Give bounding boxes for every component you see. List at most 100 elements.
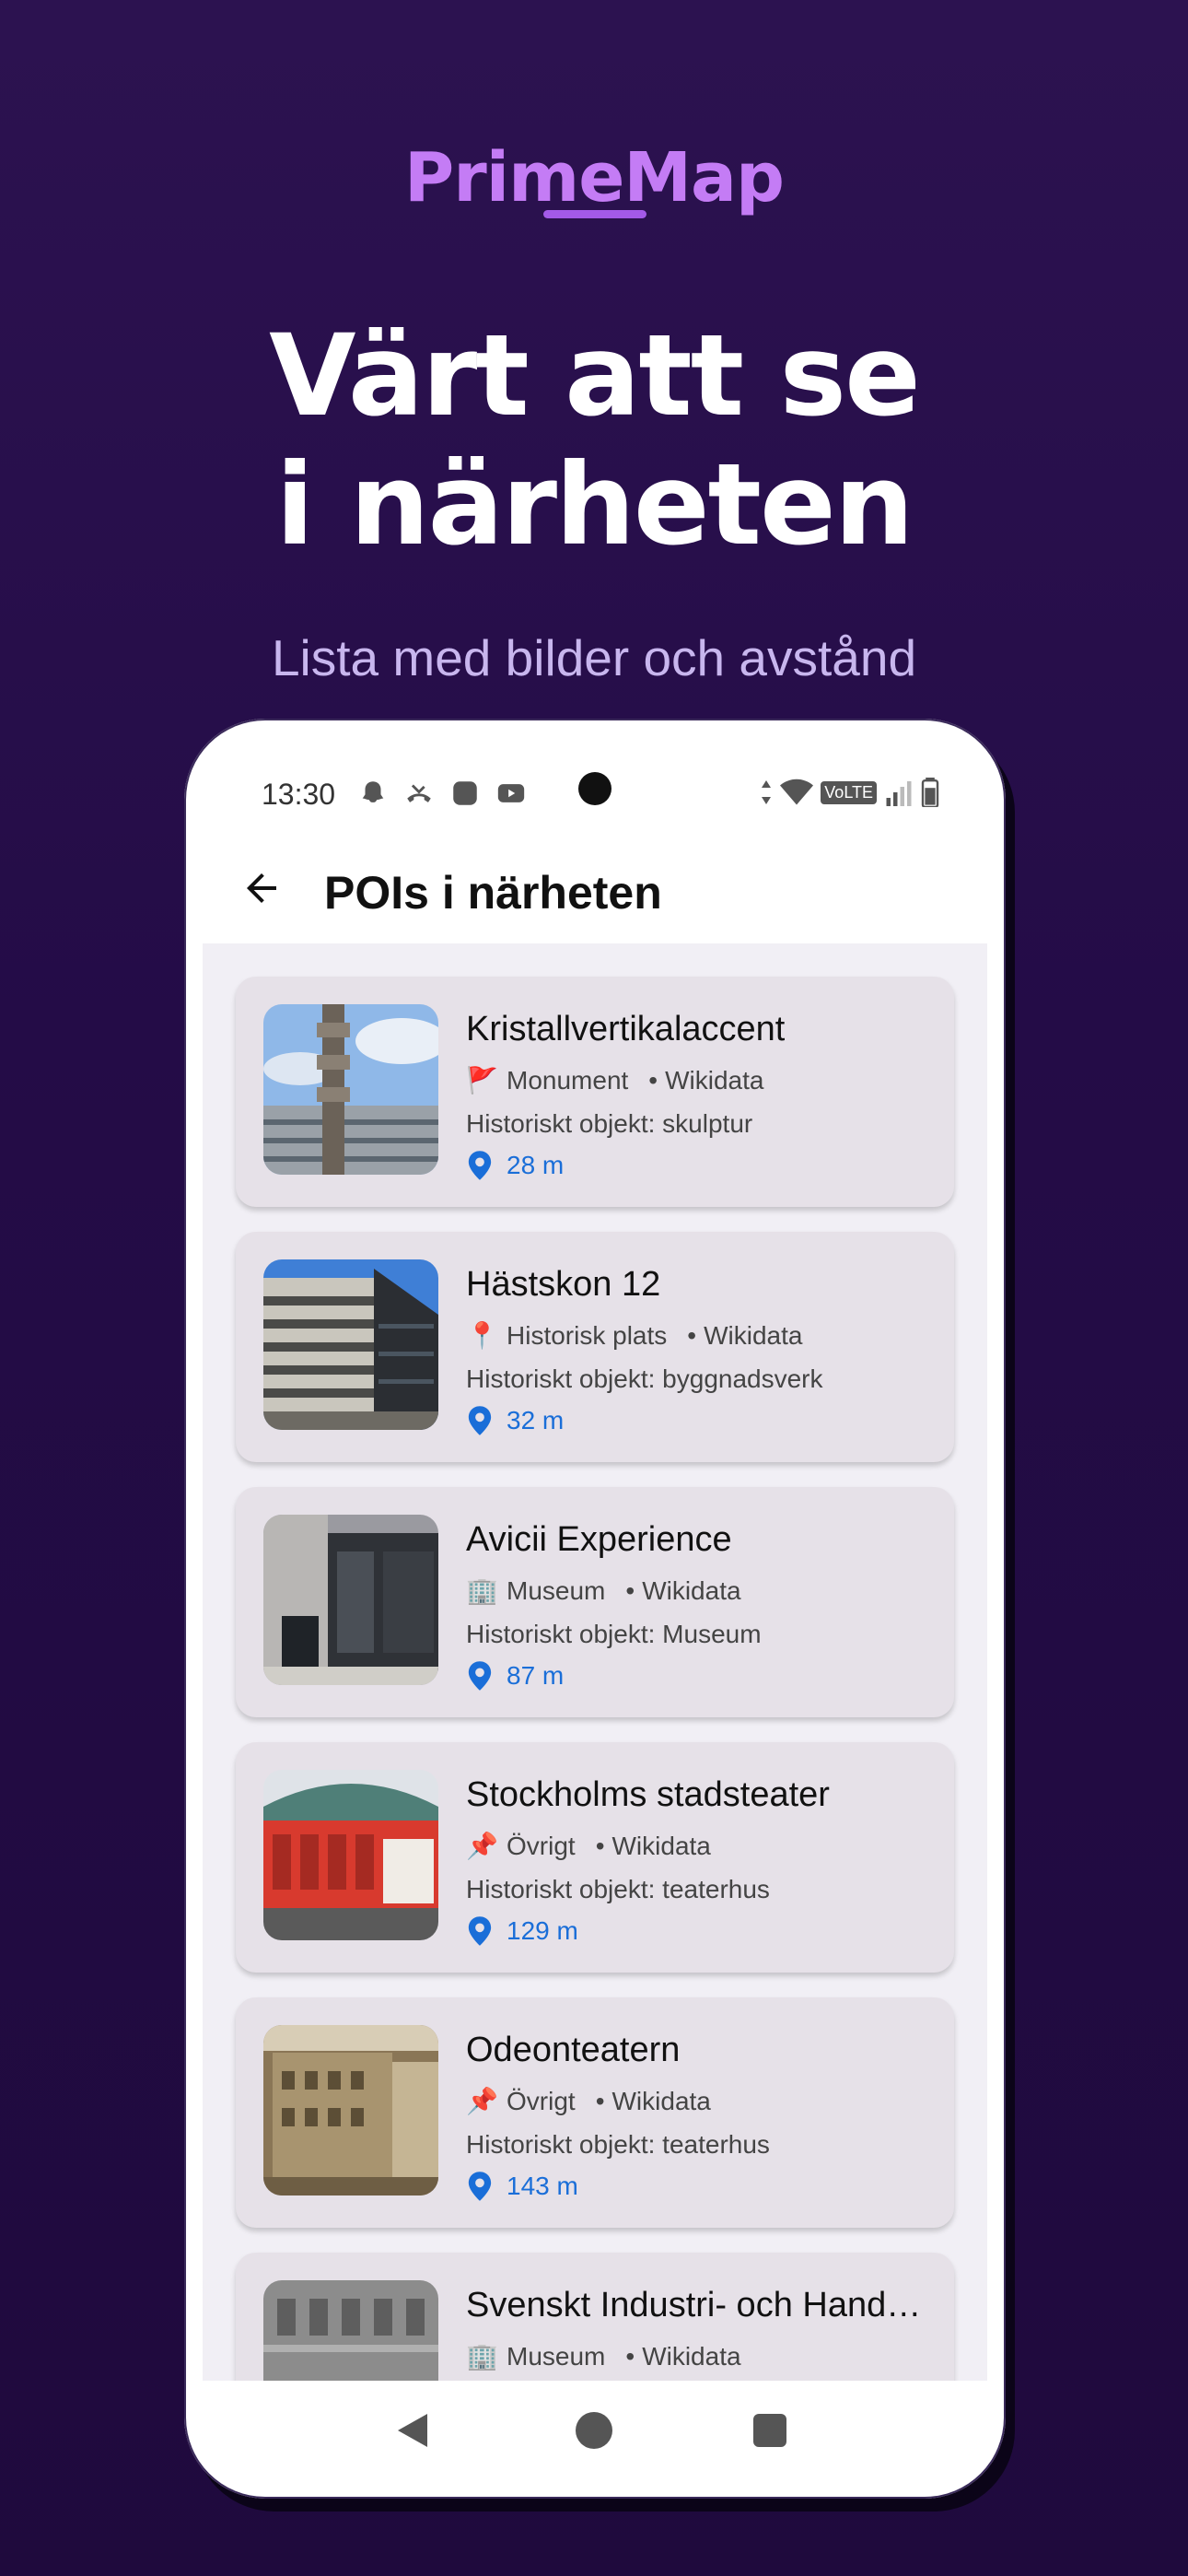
poi-category: Museum <box>507 2341 606 2371</box>
poi-description: Historiskt objekt: Museum <box>466 1620 762 1648</box>
meta-separator: • <box>595 1831 605 1860</box>
poi-distance-row: 32 m <box>466 1405 564 1436</box>
poi-photo <box>263 1259 438 1430</box>
missed-call-icon <box>407 784 431 802</box>
status-time: 13:30 <box>262 778 336 811</box>
wifi-icon <box>780 779 814 805</box>
status-bar: 13:30 VoLTE <box>203 737 987 829</box>
app-bar: POIs i närheten <box>203 829 987 943</box>
poi-category: Övrigt <box>507 1831 576 1860</box>
poi-thumbnail <box>263 1770 438 1940</box>
location-pin-icon <box>468 1661 492 1691</box>
nav-recents-icon[interactable] <box>753 2414 786 2447</box>
location-pin-icon <box>468 2172 492 2201</box>
poi-source: Wikidata <box>665 1065 764 1095</box>
building-icon: 🏢 <box>466 2342 498 2371</box>
poi-thumbnail <box>263 1515 438 1685</box>
poi-source: Wikidata <box>611 1831 711 1860</box>
poi-distance: 32 m <box>507 1406 565 1434</box>
app-notification-icon <box>453 781 477 805</box>
poi-source: Wikidata <box>642 2341 741 2371</box>
meta-separator: • <box>687 1320 697 1350</box>
status-icons-right: VoLTE <box>760 778 939 807</box>
poi-title: Stockholms stadsteater <box>466 1775 830 1814</box>
poi-distance: 129 m <box>507 1916 578 1945</box>
headline-line-2: i närheten <box>275 439 914 570</box>
poi-photo <box>263 1004 438 1175</box>
battery-icon <box>921 778 939 807</box>
volte-badge: VoLTE <box>821 780 877 804</box>
meta-separator: • <box>625 2341 635 2371</box>
arrow-back-icon[interactable] <box>239 866 284 910</box>
poi-card[interactable]: Kristallvertikalaccent 🚩 Monument • Wiki… <box>236 977 954 1207</box>
pin-icon: 📌 <box>466 2087 498 2115</box>
building-icon: 🏢 <box>466 1576 498 1605</box>
page-title: POIs i närheten <box>324 867 662 919</box>
poi-title: Kristallvertikalaccent <box>466 1010 786 1048</box>
poi-title: Avicii Experience <box>466 1520 732 1559</box>
poi-distance: 143 m <box>507 2172 578 2200</box>
poi-thumbnail <box>263 2280 438 2381</box>
poi-title: Hästskon 12 <box>466 1265 661 1304</box>
poi-meta: 📌 Övrigt • Wikidata <box>466 2086 711 2116</box>
poi-meta: 🚩 Monument • Wikidata <box>466 1065 763 1095</box>
poi-card[interactable]: Stockholms stadsteater 📌 Övrigt • Wikida… <box>236 1742 954 1973</box>
location-pin-icon <box>468 1151 492 1180</box>
poi-description: Historiskt objekt: byggnadsverk <box>466 1364 823 1393</box>
flag-icon: 🚩 <box>466 1066 498 1095</box>
poi-source: Wikidata <box>704 1320 803 1350</box>
camera-cutout <box>578 772 611 805</box>
phone-frame: 13:30 VoLTE POIs i närheten Kristallvert… <box>184 719 1006 2499</box>
meta-separator: • <box>648 1065 658 1095</box>
subtitle: Lista med bilder och avstånd <box>271 629 917 686</box>
poi-distance: 28 m <box>507 1151 565 1179</box>
headline-line-1: Värt att se <box>269 310 921 441</box>
brand-underline <box>543 210 646 218</box>
poi-thumbnail <box>263 1259 438 1430</box>
poi-source: Wikidata <box>611 2086 711 2115</box>
poi-meta: 🏢 Museum • Wikidata <box>466 1575 741 1606</box>
poi-photo <box>263 2280 438 2381</box>
meta-separator: • <box>625 1575 635 1605</box>
poi-title: Svenskt Industri- och Hand… <box>466 2286 922 2324</box>
poi-meta: 📌 Övrigt • Wikidata <box>466 1831 711 1861</box>
poi-meta: 🏢 Museum • Wikidata <box>466 2341 741 2371</box>
poi-thumbnail <box>263 2025 438 2195</box>
location-pin-icon <box>468 1406 492 1435</box>
poi-list: Kristallvertikalaccent 🚩 Monument • Wiki… <box>203 943 987 2381</box>
brand-logo: PrimeMap <box>404 138 785 217</box>
nav-back-icon[interactable] <box>394 2412 431 2449</box>
poi-description: Historiskt objekt: skulptur <box>466 1109 753 1138</box>
poi-card[interactable]: Svenskt Industri- och Hand… 🏢 Museum • W… <box>236 2253 954 2381</box>
youtube-icon <box>497 784 525 802</box>
poi-meta: 📍 Historisk plats • Wikidata <box>466 1320 802 1351</box>
poi-distance-row: 28 m <box>466 1150 564 1181</box>
poi-description: Historiskt objekt: teaterhus <box>466 1875 770 1903</box>
poi-thumbnail <box>263 1004 438 1175</box>
poi-category: Monument <box>507 1065 629 1095</box>
pin-icon: 📌 <box>466 1832 498 1860</box>
ghost-icon <box>362 781 384 802</box>
poi-card[interactable]: Hästskon 12 📍 Historisk plats • Wikidata… <box>236 1232 954 1462</box>
poi-distance-row: 143 m <box>466 2171 578 2202</box>
nav-home-icon[interactable] <box>576 2412 612 2449</box>
poi-category: Övrigt <box>507 2086 576 2115</box>
poi-source: Wikidata <box>642 1575 741 1605</box>
poi-distance-row: 129 m <box>466 1915 578 1947</box>
poi-distance-row: 87 m <box>466 1660 564 1692</box>
poi-photo <box>263 2025 438 2195</box>
headline: Värt att se i närheten <box>0 311 1188 569</box>
navigation-bar <box>203 2381 987 2478</box>
poi-category: Museum <box>507 1575 606 1605</box>
signal-icon <box>886 781 912 806</box>
phone-screen: 13:30 VoLTE POIs i närheten Kristallvert… <box>203 737 987 2478</box>
poi-photo <box>263 1515 438 1685</box>
poi-card[interactable]: Avicii Experience 🏢 Museum • Wikidata Hi… <box>236 1487 954 1717</box>
location-pin-icon <box>468 1916 492 1946</box>
data-arrows-icon <box>762 780 772 804</box>
poi-distance: 87 m <box>507 1661 565 1690</box>
poi-title: Odeonteatern <box>466 2031 681 2069</box>
poi-photo <box>263 1770 438 1940</box>
status-icons-left <box>357 778 527 809</box>
poi-card[interactable]: Odeonteatern 📌 Övrigt • Wikidata Histori… <box>236 1997 954 2228</box>
